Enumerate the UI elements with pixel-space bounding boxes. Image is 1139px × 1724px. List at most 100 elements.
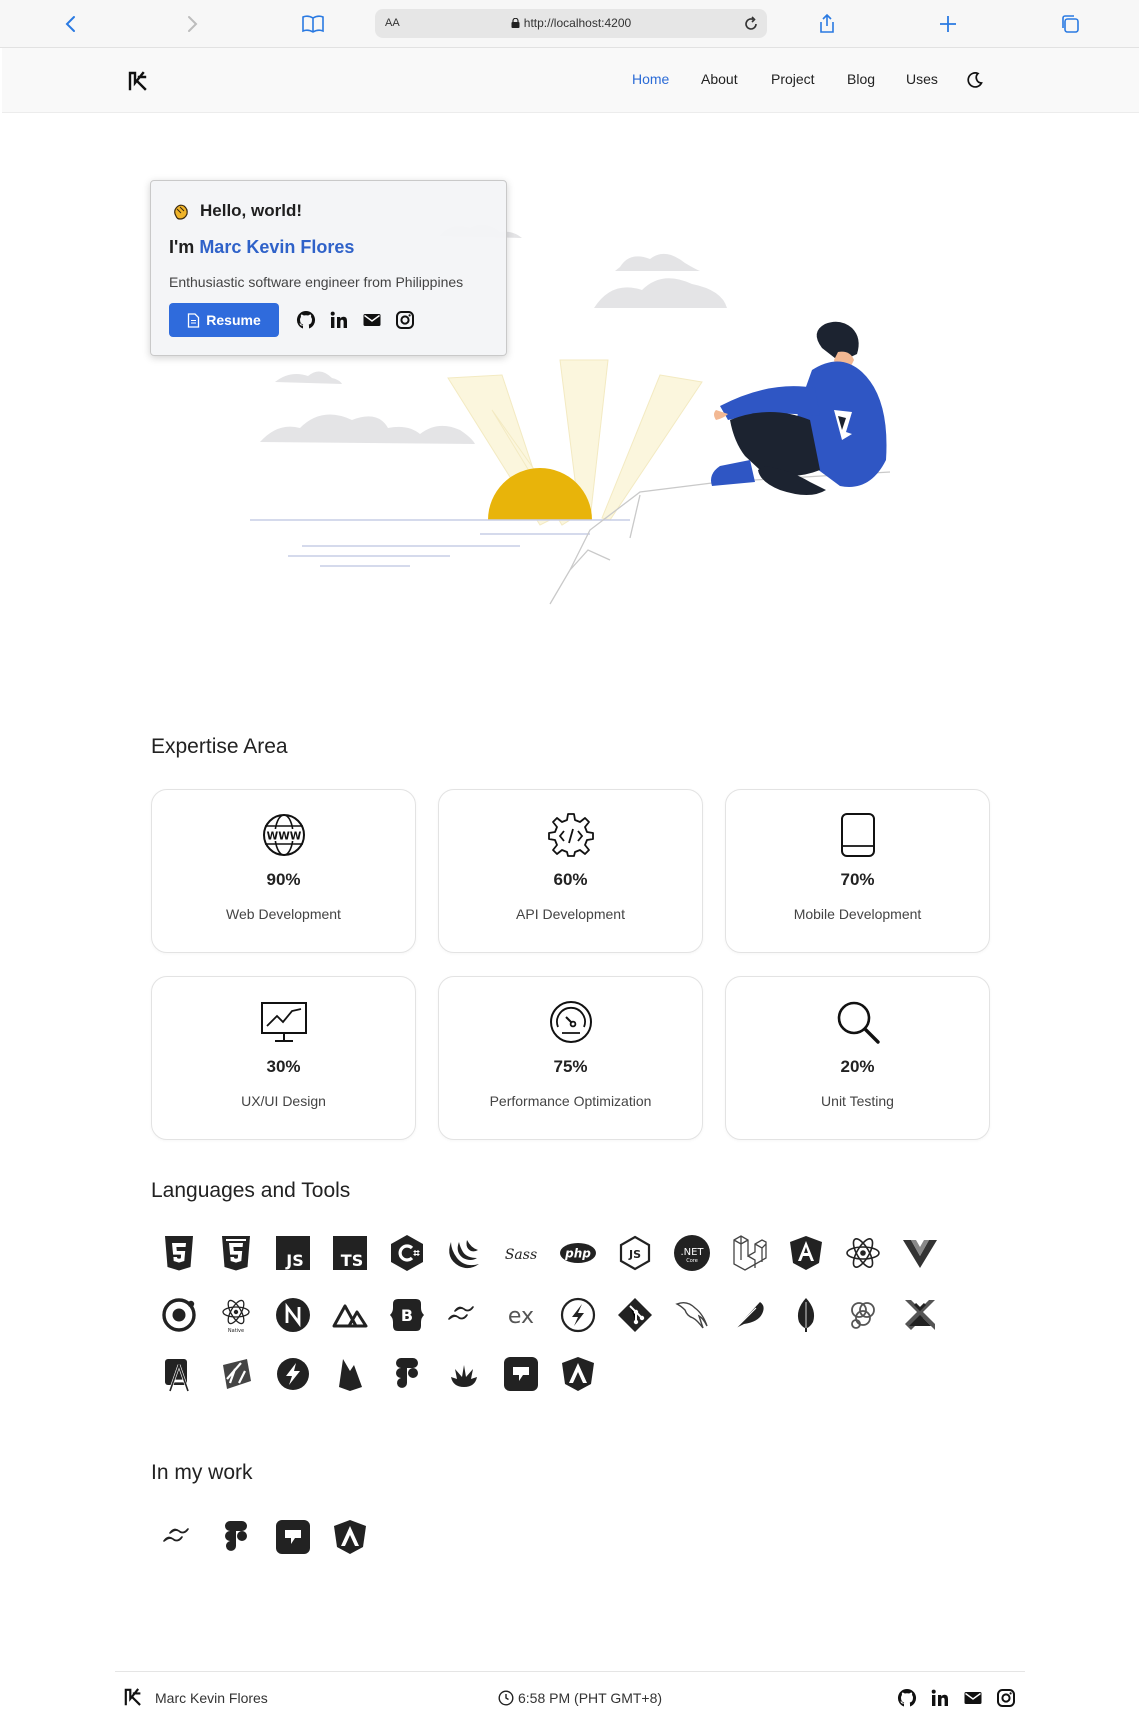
url-text: http://localhost:4200 xyxy=(523,16,632,30)
typescript-icon: TS xyxy=(330,1233,370,1273)
react-native-icon: Native xyxy=(216,1295,256,1335)
android-studio-icon xyxy=(159,1354,199,1394)
figma-icon xyxy=(387,1354,427,1394)
lock-icon xyxy=(511,18,520,28)
logo-icon[interactable] xyxy=(123,1688,143,1706)
csharp-icon xyxy=(387,1233,427,1273)
linkedin-icon[interactable] xyxy=(930,1688,950,1708)
hero-social-links xyxy=(296,310,415,330)
laravel-icon xyxy=(729,1233,769,1273)
sass-icon: Sass xyxy=(501,1233,541,1273)
nav-about[interactable]: About xyxy=(701,71,738,87)
work-title: In my work xyxy=(151,1461,253,1484)
javascript-text: JS xyxy=(285,1251,303,1270)
php-icon: php xyxy=(558,1233,598,1273)
expertise-label: Mobile Development xyxy=(793,906,922,922)
speedometer-icon xyxy=(549,1001,592,1043)
footer-name: Marc Kevin Flores xyxy=(155,1690,268,1706)
expertise-percent: 75% xyxy=(553,1057,588,1076)
browser-toolbar: AA http://localhost:4200 xyxy=(0,0,1139,48)
svg-text:WWW: WWW xyxy=(266,831,301,843)
xamarin-icon xyxy=(900,1295,940,1335)
email-icon[interactable] xyxy=(963,1688,983,1708)
share-icon[interactable] xyxy=(813,10,841,38)
intro-prefix: I'm xyxy=(169,237,195,257)
expertise-label: Web Development xyxy=(226,906,341,922)
github-icon[interactable] xyxy=(897,1688,917,1708)
xcode-icon xyxy=(216,1354,256,1394)
git-icon xyxy=(615,1295,655,1335)
owner-name: Marc Kevin Flores xyxy=(199,237,355,257)
bootstrap-icon: B xyxy=(387,1295,427,1335)
new-tab-icon[interactable] xyxy=(934,10,962,38)
express-icon: ex xyxy=(501,1295,541,1335)
dotnet-sub-text: Core xyxy=(686,1258,698,1264)
nav-project[interactable]: Project xyxy=(771,71,815,87)
angular-material-icon xyxy=(330,1517,370,1557)
nav-uses[interactable]: Uses xyxy=(906,71,938,87)
storybook-icon xyxy=(273,1517,313,1557)
expertise-label: Unit Testing xyxy=(821,1093,894,1109)
footer-time-text: 6:58 PM (PHT GMT+8) xyxy=(518,1690,663,1706)
moon-icon[interactable] xyxy=(966,71,984,89)
jasmine-icon xyxy=(444,1354,484,1394)
css3-icon xyxy=(216,1233,256,1273)
expertise-percent: 90% xyxy=(266,870,301,889)
resume-button[interactable]: Resume xyxy=(169,303,279,337)
graphql-icon xyxy=(843,1295,883,1335)
monitor-chart-icon xyxy=(260,1002,307,1042)
typescript-text: TS xyxy=(341,1251,363,1270)
github-icon[interactable] xyxy=(296,310,316,330)
angular-material-icon xyxy=(558,1354,598,1394)
expertise-label: UX/UI Design xyxy=(241,1093,326,1109)
instagram-icon[interactable] xyxy=(996,1688,1016,1708)
expertise-card: 70% Mobile Development xyxy=(725,789,990,953)
cliff xyxy=(549,471,891,605)
react-icon xyxy=(843,1233,883,1273)
fastify-icon xyxy=(558,1295,598,1335)
back-icon[interactable] xyxy=(57,10,85,38)
logo-icon[interactable] xyxy=(127,71,149,91)
jquery-icon xyxy=(444,1233,484,1273)
nestjs-icon xyxy=(273,1295,313,1335)
waving-hand-icon xyxy=(174,204,188,220)
horizon xyxy=(250,519,630,567)
reload-icon[interactable] xyxy=(741,14,761,34)
php-text: php xyxy=(564,1247,591,1261)
nav-blog[interactable]: Blog xyxy=(847,71,875,87)
clock-icon xyxy=(498,1690,514,1706)
forward-icon[interactable] xyxy=(178,10,206,38)
react-native-text: Native xyxy=(228,1328,244,1334)
reader-icon[interactable] xyxy=(299,10,327,38)
bootstrap-text: B xyxy=(401,1306,413,1325)
resume-label: Resume xyxy=(206,312,261,328)
dotnet-core-icon: .NET Core xyxy=(672,1233,712,1273)
address-bar[interactable]: AA http://localhost:4200 xyxy=(375,9,767,38)
javascript-icon: JS xyxy=(273,1233,313,1273)
tabs-icon[interactable] xyxy=(1056,10,1084,38)
storybook-icon xyxy=(501,1354,541,1394)
expertise-card: 60% API Development xyxy=(438,789,703,953)
nav-home[interactable]: Home xyxy=(632,71,669,87)
person xyxy=(711,321,887,495)
api-gear-icon xyxy=(547,813,594,857)
feather-icon xyxy=(729,1295,769,1335)
ionic-icon xyxy=(159,1295,199,1335)
linkedin-icon[interactable] xyxy=(329,310,349,330)
expertise-card: 75% Performance Optimization xyxy=(438,976,703,1140)
sass-text: Sass xyxy=(505,1247,537,1263)
email-icon[interactable] xyxy=(362,310,382,330)
footer-divider xyxy=(115,1671,1025,1672)
footer-time: 6:58 PM (PHT GMT+8) xyxy=(498,1690,662,1706)
express-text: ex xyxy=(508,1304,534,1329)
languages-title: Languages and Tools xyxy=(151,1179,351,1202)
document-icon xyxy=(188,312,200,328)
expertise-percent: 70% xyxy=(840,870,875,889)
magnifier-icon xyxy=(837,1001,880,1044)
expertise-percent: 20% xyxy=(840,1057,875,1076)
expertise-label: Performance Optimization xyxy=(489,1093,652,1109)
expertise-percent: 30% xyxy=(266,1057,301,1076)
instagram-icon[interactable] xyxy=(395,310,415,330)
mysql-icon xyxy=(672,1295,712,1335)
firebase-icon xyxy=(330,1354,370,1394)
